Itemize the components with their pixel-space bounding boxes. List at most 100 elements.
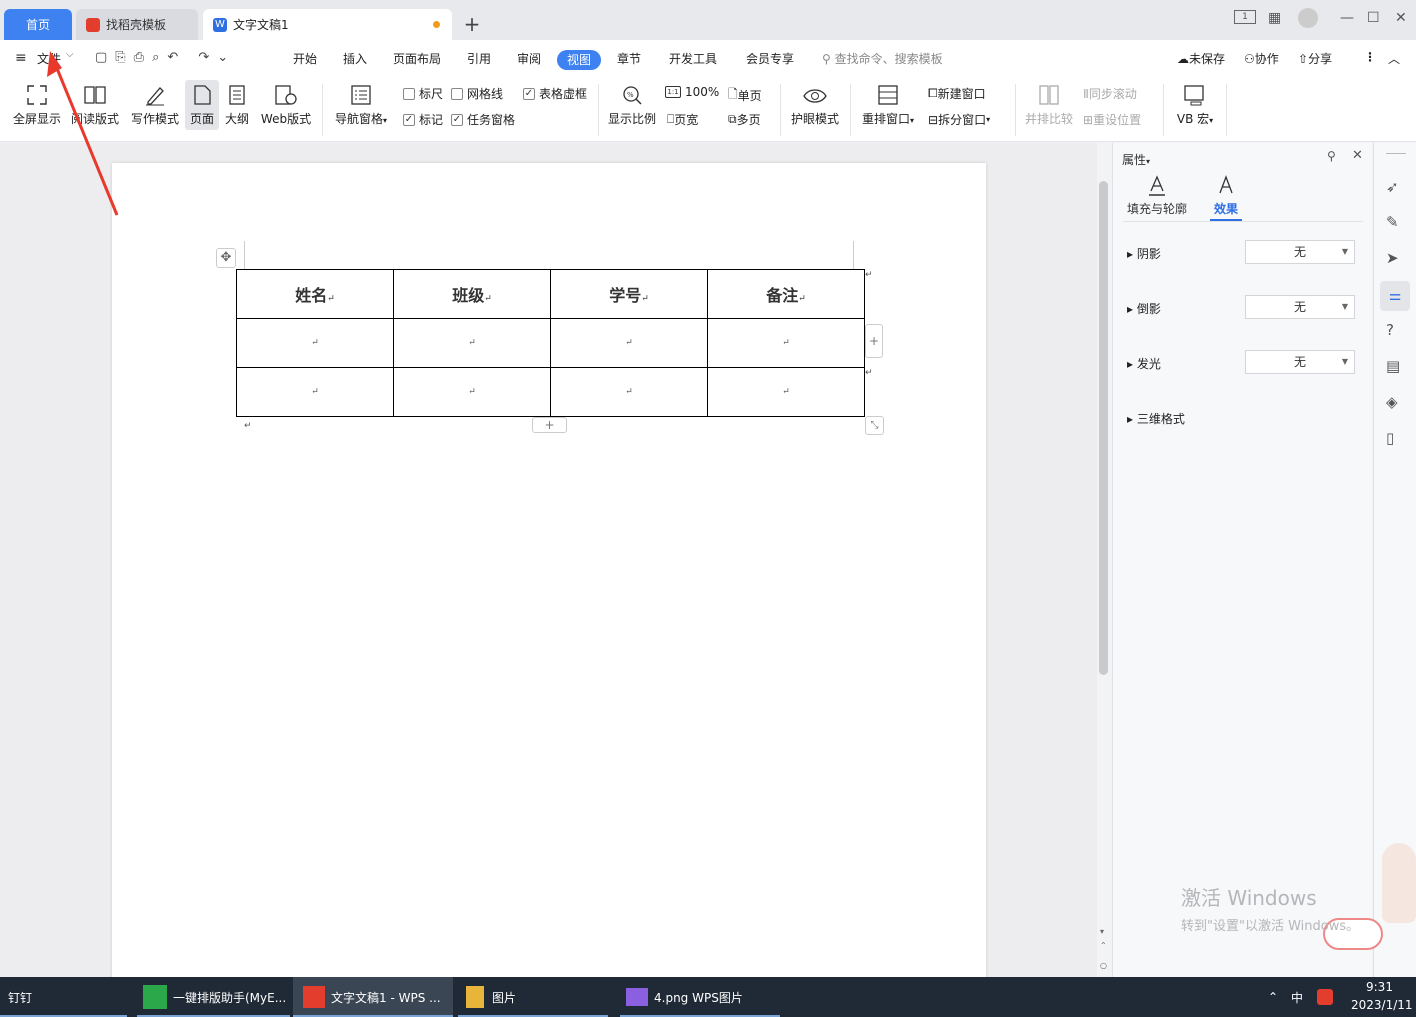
single-page-button[interactable]: 🗋 单页 (728, 85, 762, 106)
rocket-icon[interactable]: ➶ (1386, 178, 1404, 196)
ruler-checkbox[interactable]: 标尺 (403, 85, 443, 102)
unsaved-button[interactable]: ☁未保存 (1177, 50, 1225, 67)
properties-icon[interactable]: ⚌ (1380, 281, 1410, 311)
avatar[interactable] (1298, 8, 1318, 28)
gallery-icon[interactable]: ▤ (1386, 357, 1404, 375)
close-icon[interactable]: ✕ (1395, 10, 1407, 26)
glow-row[interactable]: ▸ 发光 (1127, 355, 1161, 372)
checkbox-icon (451, 87, 463, 100)
reflection-row[interactable]: ▸ 倒影 (1127, 300, 1161, 317)
outline-button[interactable]: 大纲 (222, 84, 252, 127)
reset-position-button[interactable]: ⊞ 重设位置 (1083, 111, 1141, 128)
three-d-row[interactable]: ▸ 三维格式 (1127, 410, 1185, 427)
web-view-button[interactable]: Web版式 (257, 84, 315, 127)
maximize-icon[interactable]: ☐ (1367, 10, 1380, 26)
edit-icon[interactable]: ✎ (1386, 213, 1404, 231)
search-box[interactable]: ⚲ 查找命令、搜索模板 (822, 50, 943, 67)
tab-review[interactable]: 审阅 (517, 50, 541, 67)
effects-tab[interactable]: 效果 (1210, 175, 1242, 217)
tab-document[interactable]: W 文字文稿1 (203, 9, 452, 40)
table-cell[interactable]: ↵ (707, 318, 865, 368)
table-cell[interactable]: ↵ (550, 367, 708, 417)
taskbar-helper[interactable]: 一键排版助手(MyE... (137, 977, 290, 1017)
tab-insert[interactable]: 插入 (343, 50, 367, 67)
tab-member[interactable]: 会员专享 (746, 50, 794, 67)
collapse-ribbon-icon[interactable]: ︿ (1388, 50, 1400, 67)
split-window-button[interactable]: ⊟ 拆分窗口 ▾ (928, 111, 990, 128)
sogou-icon[interactable] (1317, 977, 1333, 1017)
more-icon[interactable]: ⋮ (1364, 50, 1376, 64)
new-window-button[interactable]: ⧠ 新建窗口 (928, 85, 986, 102)
new-tab-button[interactable]: + (462, 12, 482, 36)
shadow-dropdown[interactable]: 无 ▼ (1245, 240, 1355, 264)
multi-page-button[interactable]: ⧉ 多页 (728, 111, 761, 128)
zoom-100-button[interactable]: 1:1 100% (665, 85, 719, 99)
nav-pane-button[interactable]: 导航窗格▾ (330, 84, 392, 127)
eye-protection-button[interactable]: 护眼模式 (788, 84, 842, 127)
taskbar-pictures[interactable]: 图片 (458, 977, 608, 1017)
tab-references[interactable]: 引用 (467, 50, 491, 67)
tray-chevron-icon[interactable]: ⌃ (1268, 977, 1278, 1017)
vb-macro-button[interactable]: VB 宏▾ (1170, 84, 1220, 127)
clock-date[interactable]: 2023/1/11 (1351, 998, 1413, 1012)
document-canvas[interactable]: ✥ 姓名↵ 班级↵ 学号↵ 备注↵ ↵ ↵ ↵ ↵ ↵ ↵ ↵ ↵ ↵ ↵ ↵ … (0, 143, 1097, 993)
sync-scroll-button[interactable]: Ⅱ 同步滚动 (1083, 85, 1137, 102)
cursor-icon[interactable]: ➤ (1386, 249, 1404, 267)
taskbar-dingtalk[interactable]: 钉钉 (0, 977, 127, 1017)
panel-title[interactable]: 属性▾ (1122, 151, 1150, 168)
task-pane-checkbox[interactable]: ✓ 任务窗格 (451, 111, 515, 128)
rearrange-window-button[interactable]: 重排窗口▾ (858, 84, 918, 127)
prev-page-icon[interactable]: ⌃ (1100, 941, 1107, 950)
fill-outline-tab[interactable]: 填充与轮廓 (1127, 175, 1187, 217)
gridlines-checkbox[interactable]: 网格线 (451, 85, 503, 102)
add-row-button[interactable]: + (532, 417, 567, 433)
taskbar-wps[interactable]: 文字文稿1 - WPS ... (293, 977, 453, 1017)
table-cell[interactable]: ↵ (236, 367, 394, 417)
resize-table-icon[interactable]: ⤡ (865, 416, 884, 435)
page-view-button[interactable]: 页面 (185, 80, 219, 130)
document-page[interactable]: ✥ 姓名↵ 班级↵ 学号↵ 备注↵ ↵ ↵ ↵ ↵ ↵ ↵ ↵ ↵ ↵ ↵ ↵ … (112, 163, 986, 993)
tab-view[interactable]: 视图 (557, 50, 601, 70)
ime-indicator[interactable]: 中 (1291, 977, 1303, 1017)
table-cell[interactable]: ↵ (707, 367, 865, 417)
vertical-scrollbar[interactable]: ▾ ⌃ ○ (1097, 143, 1111, 977)
glow-dropdown[interactable]: 无 ▼ (1245, 350, 1355, 374)
table-move-handle-icon[interactable]: ✥ (216, 248, 236, 268)
table-cell[interactable]: ↵ (236, 318, 394, 368)
tab-page-layout[interactable]: 页面布局 (393, 50, 441, 67)
zoom-button[interactable]: % 显示比例 (606, 84, 658, 127)
taskbar-image[interactable]: 4.png WPS图片 (620, 977, 780, 1017)
select-browse-icon[interactable]: ○ (1100, 961, 1107, 970)
mark-checkbox[interactable]: ✓ 标记 (403, 111, 443, 128)
collaborate-button[interactable]: ⚇协作 (1244, 50, 1279, 67)
table-frame-checkbox[interactable]: ✓ 表格虚框 (523, 85, 587, 102)
close-panel-icon[interactable]: ✕ (1352, 148, 1363, 163)
grid-apps-icon[interactable]: ▦ (1268, 10, 1281, 26)
header-cell-id[interactable]: 学号↵ (550, 269, 708, 319)
side-by-side-button[interactable]: 并排比较 (1022, 84, 1076, 127)
tab-developer[interactable]: 开发工具 (669, 50, 717, 67)
scroll-down-icon[interactable]: ▾ (1100, 927, 1104, 936)
add-column-button[interactable]: + (865, 324, 883, 358)
header-cell-name[interactable]: 姓名↵ (236, 269, 394, 319)
help-icon[interactable]: ? (1386, 321, 1404, 339)
header-cell-note[interactable]: 备注↵ (707, 269, 865, 319)
pin-icon[interactable]: ⚲ (1327, 149, 1336, 163)
tab-start[interactable]: 开始 (293, 50, 317, 67)
tab-section[interactable]: 章节 (617, 50, 641, 67)
reader-icon[interactable]: ▯ (1386, 429, 1404, 447)
reflection-dropdown[interactable]: 无 ▼ (1245, 295, 1355, 319)
scrollbar-thumb[interactable] (1099, 181, 1108, 675)
shadow-row[interactable]: ▸ 阴影 (1127, 245, 1161, 262)
compass-icon[interactable]: ◈ (1386, 393, 1404, 411)
table-cell[interactable]: ↵ (393, 367, 551, 417)
header-cell-class[interactable]: 班级↵ (393, 269, 551, 319)
share-button[interactable]: ⇧分享 (1298, 50, 1332, 67)
table-cell[interactable]: ↵ (393, 318, 551, 368)
document-table[interactable]: 姓名↵ 班级↵ 学号↵ 备注↵ ↵ ↵ ↵ ↵ ↵ ↵ ↵ ↵ (236, 269, 865, 417)
table-cell[interactable]: ↵ (550, 318, 708, 368)
minimize-icon[interactable]: — (1340, 10, 1354, 26)
page-width-button[interactable]: ⎕ 页宽 (667, 111, 698, 128)
clock-time[interactable]: 9:31 (1366, 980, 1393, 994)
layout-icon[interactable]: 1 (1234, 10, 1256, 24)
